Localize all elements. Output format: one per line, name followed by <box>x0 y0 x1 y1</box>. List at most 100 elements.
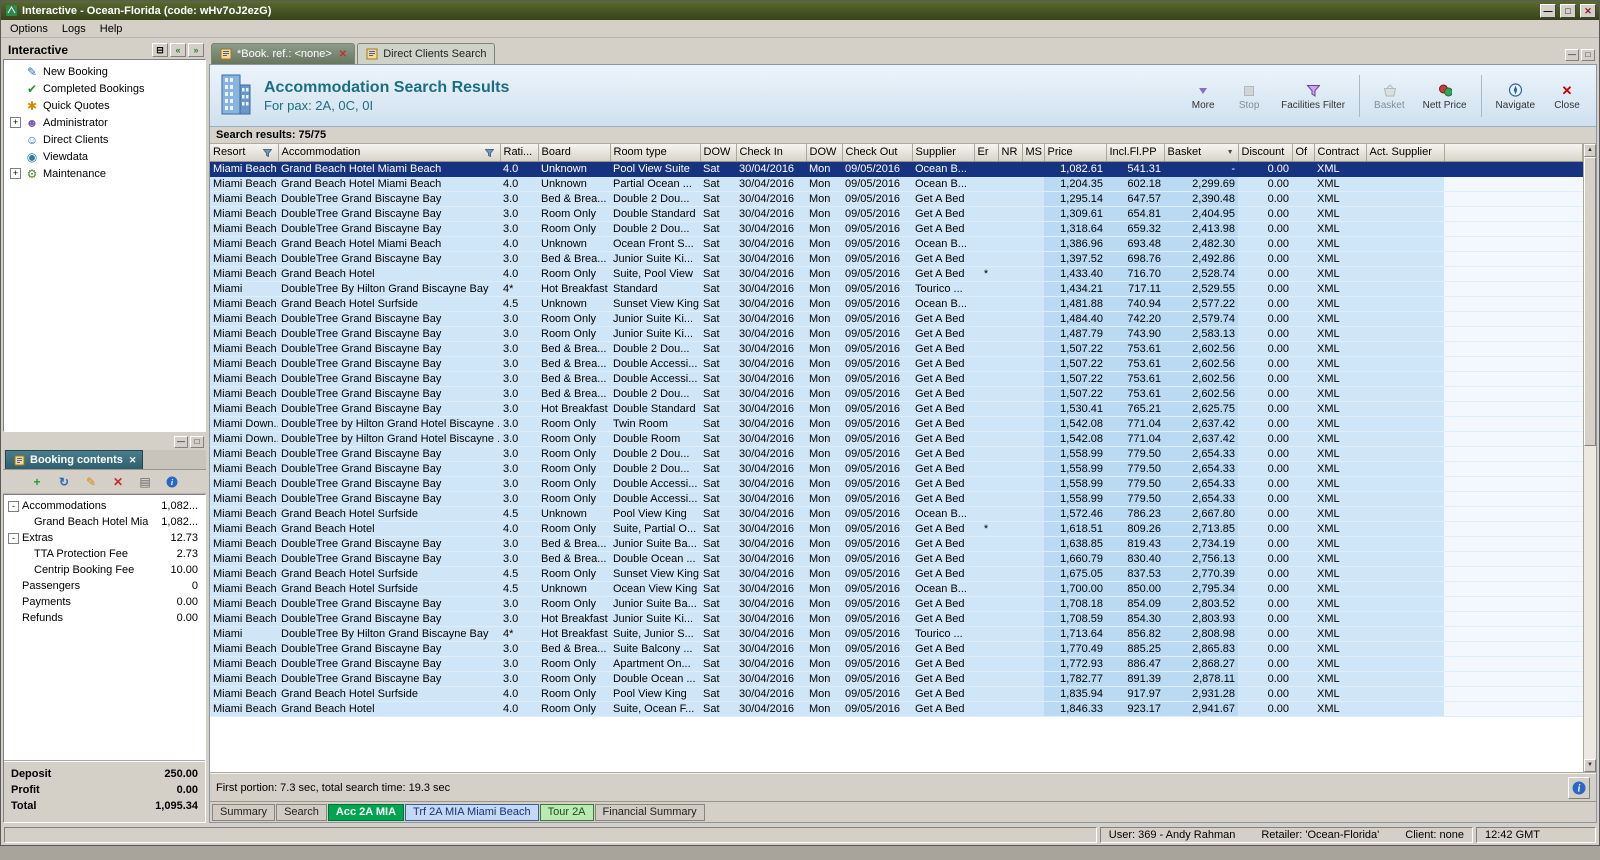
booking-item-refunds[interactable]: Refunds 0.00 <box>4 610 205 626</box>
table-row[interactable]: Miami Down... DoubleTree by Hilton Grand … <box>210 416 1583 432</box>
mdi-restore-button[interactable]: □ <box>1581 49 1595 61</box>
minimize-button[interactable]: — <box>1540 3 1556 18</box>
bottom-tab-tour-2a[interactable]: Tour 2A <box>539 803 594 821</box>
float-panel-button[interactable]: □ <box>190 436 204 448</box>
table-row[interactable]: Miami Beach DoubleTree Grand Biscayne Bay… <box>210 461 1583 477</box>
column-header-er[interactable]: Er <box>974 144 999 162</box>
table-row[interactable]: Miami Beach Grand Beach Hotel Surfside 4.5… <box>210 566 1583 582</box>
booking-contents-tab[interactable]: Booking contents ✕ <box>5 450 144 469</box>
table-row[interactable]: Miami Beach DoubleTree Grand Biscayne Bay… <box>210 611 1583 627</box>
expand-toggle[interactable]: - <box>8 500 19 512</box>
table-row[interactable]: Miami Beach DoubleTree Grand Biscayne Bay… <box>210 596 1583 612</box>
table-row[interactable]: Miami Down... DoubleTree by Hilton Grand … <box>210 431 1583 447</box>
refresh-button[interactable]: ↻ <box>55 473 73 491</box>
edit-button[interactable]: ✎ <box>82 473 100 491</box>
table-row[interactable]: Miami DoubleTree By Hilton Grand Biscayne… <box>210 626 1583 642</box>
table-row[interactable]: Miami Beach Grand Beach Hotel 4.0 Room Only… <box>210 701 1583 717</box>
table-row[interactable]: Miami Beach DoubleTree Grand Biscayne Bay… <box>210 341 1583 357</box>
table-row[interactable]: Miami Beach DoubleTree Grand Biscayne Bay… <box>210 251 1583 267</box>
collapse-panel-button[interactable]: ⊟ <box>152 42 168 57</box>
delete-button[interactable]: ✕ <box>109 473 127 491</box>
table-row[interactable]: Miami Beach DoubleTree Grand Biscayne Bay… <box>210 371 1583 387</box>
table-row[interactable]: Miami Beach Grand Beach Hotel Surfside 4.5… <box>210 581 1583 597</box>
column-header-rati[interactable]: Rati... <box>500 144 539 162</box>
table-row[interactable]: Miami Beach DoubleTree Grand Biscayne Bay… <box>210 536 1583 552</box>
table-row[interactable]: Miami Beach DoubleTree Grand Biscayne Bay… <box>210 311 1583 327</box>
column-header-board[interactable]: Board <box>538 144 611 162</box>
table-row[interactable]: Miami Beach Grand Beach Hotel Miami Beach… <box>210 236 1583 252</box>
expand-toggle[interactable]: + <box>10 117 21 128</box>
booking-item-tta-protection-fee[interactable]: TTA Protection Fee 2.73 <box>4 546 205 562</box>
scroll-up-icon[interactable]: ▲ <box>1584 144 1596 157</box>
scrollbar-thumb[interactable] <box>1584 157 1596 446</box>
column-header-contract[interactable]: Contract <box>1314 144 1367 162</box>
doc-tab-direct-clients-search[interactable]: Direct Clients Search <box>357 43 495 64</box>
table-row[interactable]: Miami Beach DoubleTree Grand Biscayne Bay… <box>210 656 1583 672</box>
bottom-tab-acc-2a-mia[interactable]: Acc 2A MIA <box>327 803 405 821</box>
notes-button[interactable]: ▤ <box>136 473 154 491</box>
booking-item-accommodations[interactable]: - Accommodations 1,082... <box>4 498 205 514</box>
table-row[interactable]: Miami Beach DoubleTree Grand Biscayne Bay… <box>210 476 1583 492</box>
booking-item-grand-beach-hotel-mia[interactable]: Grand Beach Hotel Mia 1,082... <box>4 514 205 530</box>
menu-options[interactable]: Options <box>3 22 55 36</box>
sidebar-item-maintenance[interactable]: + ⚙ Maintenance <box>4 165 205 182</box>
column-header-ms[interactable]: MS <box>1022 144 1045 162</box>
sidebar-item-quick-quotes[interactable]: ✱ Quick Quotes <box>4 97 205 114</box>
column-header-check-in[interactable]: Check In <box>736 144 807 162</box>
scroll-down-icon[interactable]: ▼ <box>1584 759 1596 772</box>
dock-left-button[interactable]: « <box>170 42 186 57</box>
table-row[interactable]: Miami Beach Grand Beach Hotel 4.0 Room Only… <box>210 266 1583 282</box>
booking-item-passengers[interactable]: Passengers 0 <box>4 578 205 594</box>
scrollbar-track[interactable] <box>1584 157 1596 759</box>
table-row[interactable]: Miami Beach DoubleTree Grand Biscayne Bay… <box>210 356 1583 372</box>
table-row[interactable]: Miami Beach DoubleTree Grand Biscayne Bay… <box>210 221 1583 237</box>
bottom-tab-search[interactable]: Search <box>276 803 327 821</box>
column-header-discount[interactable]: Discount <box>1238 144 1293 162</box>
dock-right-button[interactable]: » <box>188 42 204 57</box>
sidebar-item-viewdata[interactable]: ◉ Viewdata <box>4 148 205 165</box>
column-header-accommodation[interactable]: Accommodation <box>278 144 501 162</box>
column-header-act-supplier[interactable]: Act. Supplier <box>1366 144 1445 162</box>
table-row[interactable]: Miami Beach DoubleTree Grand Biscayne Bay… <box>210 641 1583 657</box>
vertical-scrollbar[interactable]: ▲ ▼ <box>1583 144 1596 772</box>
sidebar-item-new-booking[interactable]: ✎ New Booking <box>4 63 205 80</box>
sidebar-item-direct-clients[interactable]: ☺ Direct Clients <box>4 131 205 148</box>
table-row[interactable]: Miami Beach DoubleTree Grand Biscayne Bay… <box>210 206 1583 222</box>
column-header-basket[interactable]: Basket ▼ <box>1164 144 1239 162</box>
add-button[interactable]: + <box>28 473 46 491</box>
booking-item-centrip-booking-fee[interactable]: Centrip Booking Fee 10.00 <box>4 562 205 578</box>
navigate-button[interactable]: Navigate <box>1489 70 1542 122</box>
column-header-resort[interactable]: Resort <box>210 144 279 162</box>
column-header-room-type[interactable]: Room type <box>610 144 701 162</box>
table-row[interactable]: Miami Beach Grand Beach Hotel Surfside 4.0… <box>210 686 1583 702</box>
table-row[interactable]: Miami Beach Grand Beach Hotel Miami Beach… <box>210 161 1583 177</box>
column-header-dow[interactable]: DOW <box>700 144 737 162</box>
expand-toggle[interactable]: + <box>10 168 21 179</box>
info-button[interactable]: i <box>163 473 181 491</box>
table-row[interactable]: Miami DoubleTree By Hilton Grand Biscayne… <box>210 281 1583 297</box>
column-header-price[interactable]: Price <box>1044 144 1107 162</box>
close-tab-icon[interactable]: ✕ <box>339 49 347 60</box>
table-row[interactable]: Miami Beach DoubleTree Grand Biscayne Bay… <box>210 401 1583 417</box>
table-row[interactable]: Miami Beach Grand Beach Hotel Surfside 4.5… <box>210 506 1583 522</box>
column-header-supplier[interactable]: Supplier <box>912 144 975 162</box>
bottom-tab-financial-summary[interactable]: Financial Summary <box>594 803 705 821</box>
nett-price-button[interactable]: Nett Price <box>1416 70 1474 122</box>
mdi-minimize-button[interactable]: — <box>1565 49 1579 61</box>
doc-tab-book-ref-none[interactable]: *Book. ref.: <none> ✕ <box>211 43 356 64</box>
table-row[interactable]: Miami Beach DoubleTree Grand Biscayne Bay… <box>210 191 1583 207</box>
table-row[interactable]: Miami Beach DoubleTree Grand Biscayne Bay… <box>210 446 1583 462</box>
close-button[interactable]: ✕ Close <box>1546 70 1588 122</box>
close-panel-icon[interactable]: ✕ <box>129 455 137 466</box>
bottom-tab-summary[interactable]: Summary <box>212 803 276 821</box>
booking-item-payments[interactable]: Payments 0.00 <box>4 594 205 610</box>
column-header-nr[interactable]: NR <box>998 144 1023 162</box>
table-row[interactable]: Miami Beach Grand Beach Hotel 4.0 Room Only… <box>210 521 1583 537</box>
facilities-filter-button[interactable]: Facilities Filter <box>1274 70 1352 122</box>
table-row[interactable]: Miami Beach Grand Beach Hotel Miami Beach… <box>210 176 1583 192</box>
table-row[interactable]: Miami Beach DoubleTree Grand Biscayne Bay… <box>210 671 1583 687</box>
maximize-button[interactable]: □ <box>1560 3 1576 18</box>
minimize-panel-button[interactable]: — <box>174 436 188 448</box>
table-row[interactable]: Miami Beach DoubleTree Grand Biscayne Bay… <box>210 551 1583 567</box>
column-header-check-out[interactable]: Check Out <box>842 144 913 162</box>
